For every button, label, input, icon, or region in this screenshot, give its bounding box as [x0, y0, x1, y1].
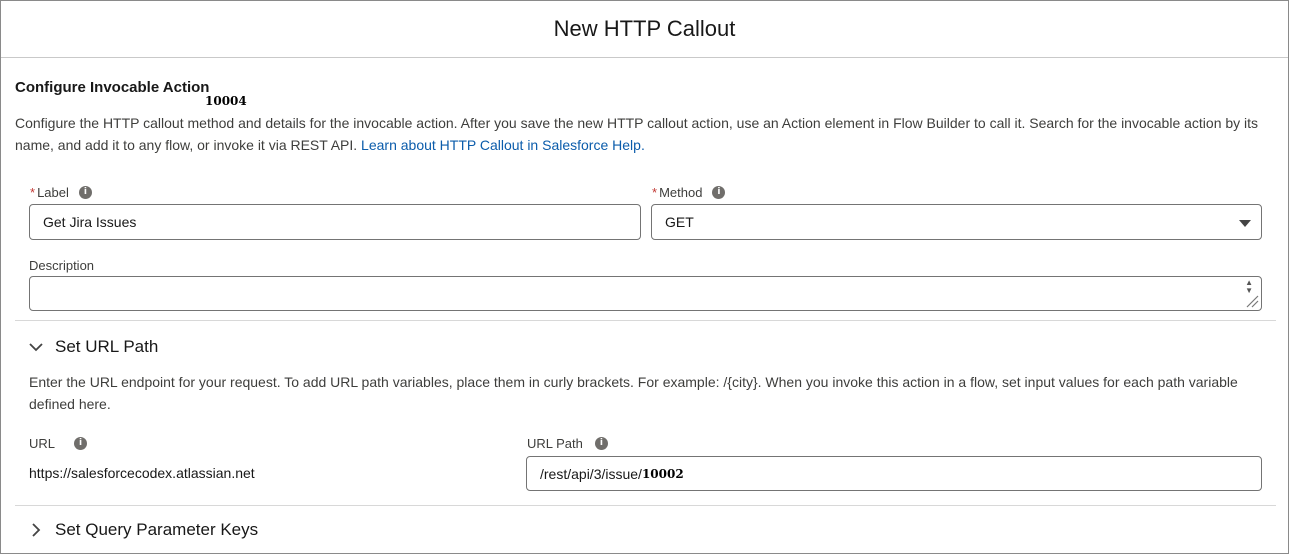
label-field-label-text: Label — [37, 185, 69, 200]
configure-section-title: Configure Invocable Action — [15, 79, 210, 96]
info-icon[interactable]: i — [78, 186, 92, 199]
divider — [15, 320, 1276, 321]
url-field-label-text: URL — [29, 436, 56, 451]
url-section-title: Set URL Path — [55, 337, 159, 356]
chevron-right-icon — [32, 523, 41, 537]
info-icon[interactable]: i — [74, 437, 88, 450]
info-icon[interactable]: i — [712, 186, 726, 199]
url-path-marker: 10002 — [641, 466, 684, 481]
query-section-title: Set Query Parameter Keys — [55, 520, 259, 539]
info-icon[interactable]: i — [594, 437, 608, 450]
method-field-label-text: Method — [659, 185, 703, 200]
http-callout-modal: New HTTP Callout Configure Invocable Act… — [0, 0, 1289, 554]
section-marker: 10004 — [205, 94, 247, 108]
resize-handle-icon[interactable] — [1243, 292, 1259, 308]
url-path-field-label: URL Path i — [527, 436, 608, 451]
url-path-input-value: /rest/api/3/issue/ — [540, 465, 642, 482]
method-field-label: * Method i — [652, 185, 726, 200]
configure-description: Configure the HTTP callout method and de… — [15, 112, 1277, 156]
method-select[interactable]: GET — [651, 204, 1262, 240]
query-section-toggle[interactable]: Set Query Parameter Keys — [29, 520, 258, 540]
modal-title: New HTTP Callout — [553, 16, 736, 41]
url-path-input[interactable]: /rest/api/3/issue/10002 — [526, 456, 1262, 491]
description-field-label-text: Description — [29, 258, 95, 273]
required-marker: * — [30, 185, 36, 200]
label-field-label: * Label i — [30, 185, 92, 200]
description-textarea[interactable]: ▲ ▼ — [29, 276, 1262, 311]
url-section-help: Enter the URL endpoint for your request.… — [29, 374, 1238, 412]
description-field-label: Description — [29, 258, 94, 273]
help-link[interactable]: Learn about HTTP Callout in Salesforce H… — [361, 137, 645, 153]
url-field-label: URL i — [29, 436, 88, 451]
chevron-down-icon — [29, 343, 43, 352]
url-section-toggle[interactable]: Set URL Path — [29, 337, 158, 357]
modal-header: New HTTP Callout — [1, 1, 1288, 58]
required-marker: * — [652, 185, 658, 200]
url-value: https://salesforcecodex.atlassian.net — [29, 465, 255, 481]
label-input[interactable]: Get Jira Issues — [29, 204, 641, 240]
label-input-value: Get Jira Issues — [43, 214, 137, 230]
divider — [15, 505, 1276, 506]
method-select-value: GET — [665, 214, 694, 230]
url-path-field-label-text: URL Path — [527, 436, 583, 451]
chevron-down-icon — [1239, 220, 1251, 227]
